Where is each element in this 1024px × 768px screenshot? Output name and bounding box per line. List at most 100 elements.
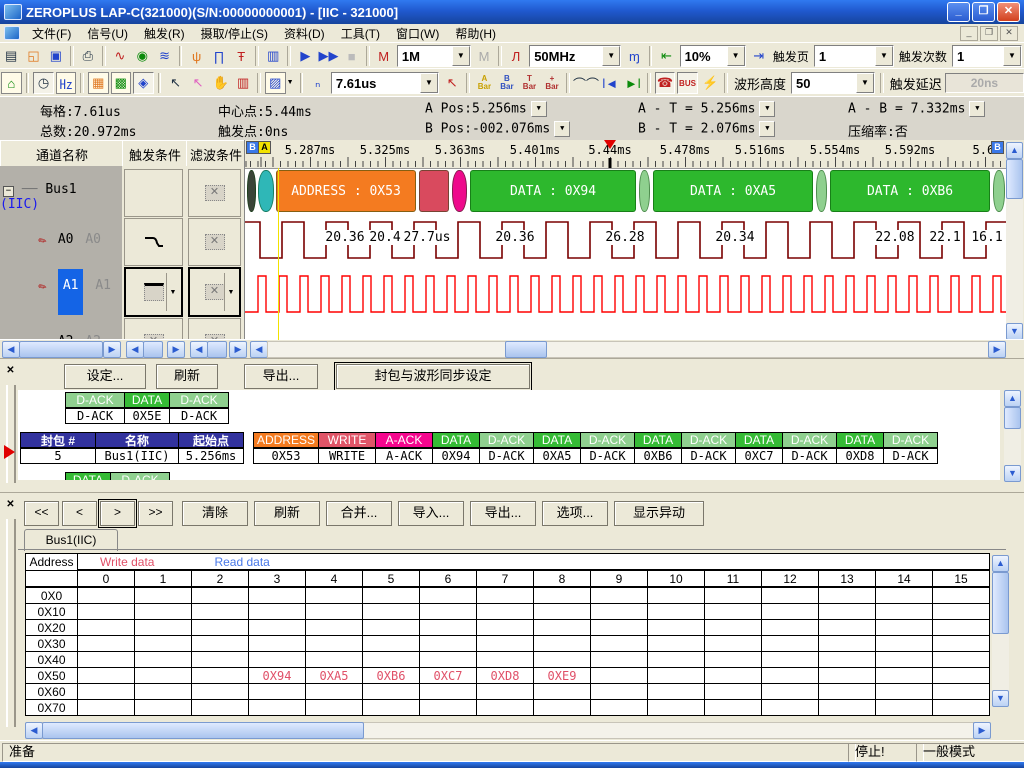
menu-item-1[interactable]: 信号(U) [79, 24, 136, 43]
memory-cell[interactable] [135, 620, 192, 636]
memory-cell[interactable] [591, 604, 648, 620]
memory-scroll-right-icon[interactable]: ▶ [973, 722, 991, 739]
bus-segment-data[interactable]: DATA : 0XB6 [830, 170, 990, 212]
trigger-cursor-icon[interactable]: ↖ [442, 72, 463, 94]
memory-cell[interactable] [363, 684, 420, 700]
memory-cell[interactable] [420, 636, 477, 652]
memory-cell[interactable] [363, 636, 420, 652]
memory-cell[interactable] [306, 684, 363, 700]
memory-cell[interactable] [876, 652, 933, 668]
t-bar-icon[interactable]: TBar [519, 72, 540, 94]
refresh-button[interactable]: 刷新 [254, 501, 320, 526]
memory-cell[interactable] [363, 587, 420, 604]
export-button[interactable]: 导出... [244, 364, 318, 389]
memory-cell[interactable] [591, 684, 648, 700]
memory-cell[interactable] [933, 636, 990, 652]
memory-cell[interactable] [420, 652, 477, 668]
memory-cell[interactable] [933, 604, 990, 620]
filter-cell-bus1[interactable]: ✕ [188, 169, 241, 217]
sample-rate-drop-icon[interactable]: ▼ [602, 46, 620, 66]
bus-segment-d-ack[interactable] [639, 170, 650, 212]
trigger-scroll-thumb[interactable] [143, 341, 163, 358]
trigger-marker-icon[interactable] [604, 140, 616, 149]
memory-cell[interactable] [762, 587, 819, 604]
menu-item-3[interactable]: 摄取/停止(S) [193, 24, 276, 43]
memory-cell[interactable] [477, 587, 534, 604]
navigate-window-icon[interactable]: ◈ [133, 72, 154, 94]
restore-button[interactable]: ❐ [972, 2, 995, 22]
bus-segment-d-ack[interactable] [993, 170, 1005, 212]
clock-icon[interactable]: ◷ [33, 72, 54, 94]
a-marker-line[interactable] [278, 168, 279, 340]
memory-cell[interactable] [762, 652, 819, 668]
memory-cell[interactable] [591, 652, 648, 668]
trigger-cell-bus1[interactable] [124, 169, 183, 217]
memory-cell[interactable] [819, 668, 876, 684]
channel-scroll-thumb[interactable] [19, 341, 103, 358]
memory-cell[interactable] [534, 587, 591, 604]
vscroll-thumb[interactable] [1006, 159, 1023, 199]
memory-cell[interactable] [876, 684, 933, 700]
memory-cell[interactable] [477, 620, 534, 636]
memory-cell[interactable] [420, 700, 477, 716]
open-folder-icon[interactable]: ◱ [23, 45, 43, 67]
filter-scroll-right-icon[interactable]: ▶ [229, 341, 247, 358]
memory-cell[interactable] [420, 587, 477, 604]
stop-icon[interactable]: ■ [341, 45, 361, 67]
memory-cell[interactable] [78, 652, 135, 668]
memory-cell[interactable] [477, 652, 534, 668]
memory-scroll-thumb[interactable] [42, 722, 364, 739]
memory-cell[interactable]: 0XC7 [420, 668, 477, 684]
b-marker-flag-right-icon[interactable]: B [991, 141, 1004, 154]
list-window-icon[interactable]: ▩ [111, 72, 132, 94]
memory-scroll-left-icon[interactable]: ◀ [25, 722, 43, 739]
bus-segment-data[interactable]: DATA : 0XA5 [653, 170, 813, 212]
vscroll-thumb[interactable] [1004, 407, 1021, 429]
memory-cell[interactable] [648, 620, 705, 636]
memory-cell[interactable] [306, 604, 363, 620]
memory-cell[interactable] [876, 636, 933, 652]
memory-cell[interactable] [933, 684, 990, 700]
memory-cell[interactable] [534, 636, 591, 652]
memory-cell[interactable] [705, 636, 762, 652]
packet-panel-grip[interactable] [6, 385, 16, 483]
memory-cell[interactable] [135, 684, 192, 700]
memory-vscrollbar[interactable]: ▲ ▼ [992, 555, 1009, 707]
zoom-combo[interactable]: 10% ▼ [680, 45, 746, 67]
memory-cell[interactable] [420, 604, 477, 620]
filter-cell-a2[interactable]: ✕ [188, 318, 241, 340]
bus-width-icon[interactable]: BUS [677, 72, 698, 94]
memory-cell[interactable] [762, 668, 819, 684]
sync-wave-button[interactable]: 封包与波形同步设定 [336, 364, 530, 389]
memory-cell[interactable] [876, 700, 933, 716]
trigger-edge-icon[interactable]: ∏ [209, 45, 229, 67]
capture-wave-icon[interactable]: ∿ [110, 45, 130, 67]
memory-cell[interactable] [477, 604, 534, 620]
memory-cell[interactable] [648, 652, 705, 668]
channel-row-bus1[interactable]: − ── Bus1 (IIC) [0, 182, 122, 212]
trigger-width-icon[interactable]: Ŧ [231, 45, 251, 67]
new-file-icon[interactable]: ▤ [1, 45, 21, 67]
binoculars-icon[interactable]: ⌒⌒ [574, 72, 598, 94]
memory-cell[interactable] [249, 587, 306, 604]
memory-cell[interactable] [933, 620, 990, 636]
memory-cell[interactable] [762, 700, 819, 716]
trigger-cell-a0[interactable] [124, 218, 183, 266]
a1-waveform[interactable] [245, 268, 1007, 320]
time-div-combo[interactable]: 7.61us ▼ [331, 72, 439, 94]
memory-cell[interactable] [876, 668, 933, 684]
capture-compress-icon[interactable]: ≋ [154, 45, 174, 67]
mdi-restore-button[interactable]: ❐ [980, 26, 998, 41]
memory-cell[interactable] [78, 620, 135, 636]
memory-cell[interactable] [534, 652, 591, 668]
nav-next-button[interactable]: > [100, 501, 135, 526]
waveform-display[interactable]: 5.287ms5.325ms5.363ms5.401ms5.44ms5.478m… [244, 140, 1007, 340]
memory-cell[interactable] [648, 700, 705, 716]
memory-cell[interactable] [705, 587, 762, 604]
b-bar-icon[interactable]: BBar [497, 72, 518, 94]
memory-cell[interactable] [648, 636, 705, 652]
menu-item-7[interactable]: 帮助(H) [447, 24, 504, 43]
memory-cell[interactable] [78, 668, 135, 684]
memory-cell[interactable] [135, 652, 192, 668]
a-bar-icon[interactable]: ABar [474, 72, 495, 94]
